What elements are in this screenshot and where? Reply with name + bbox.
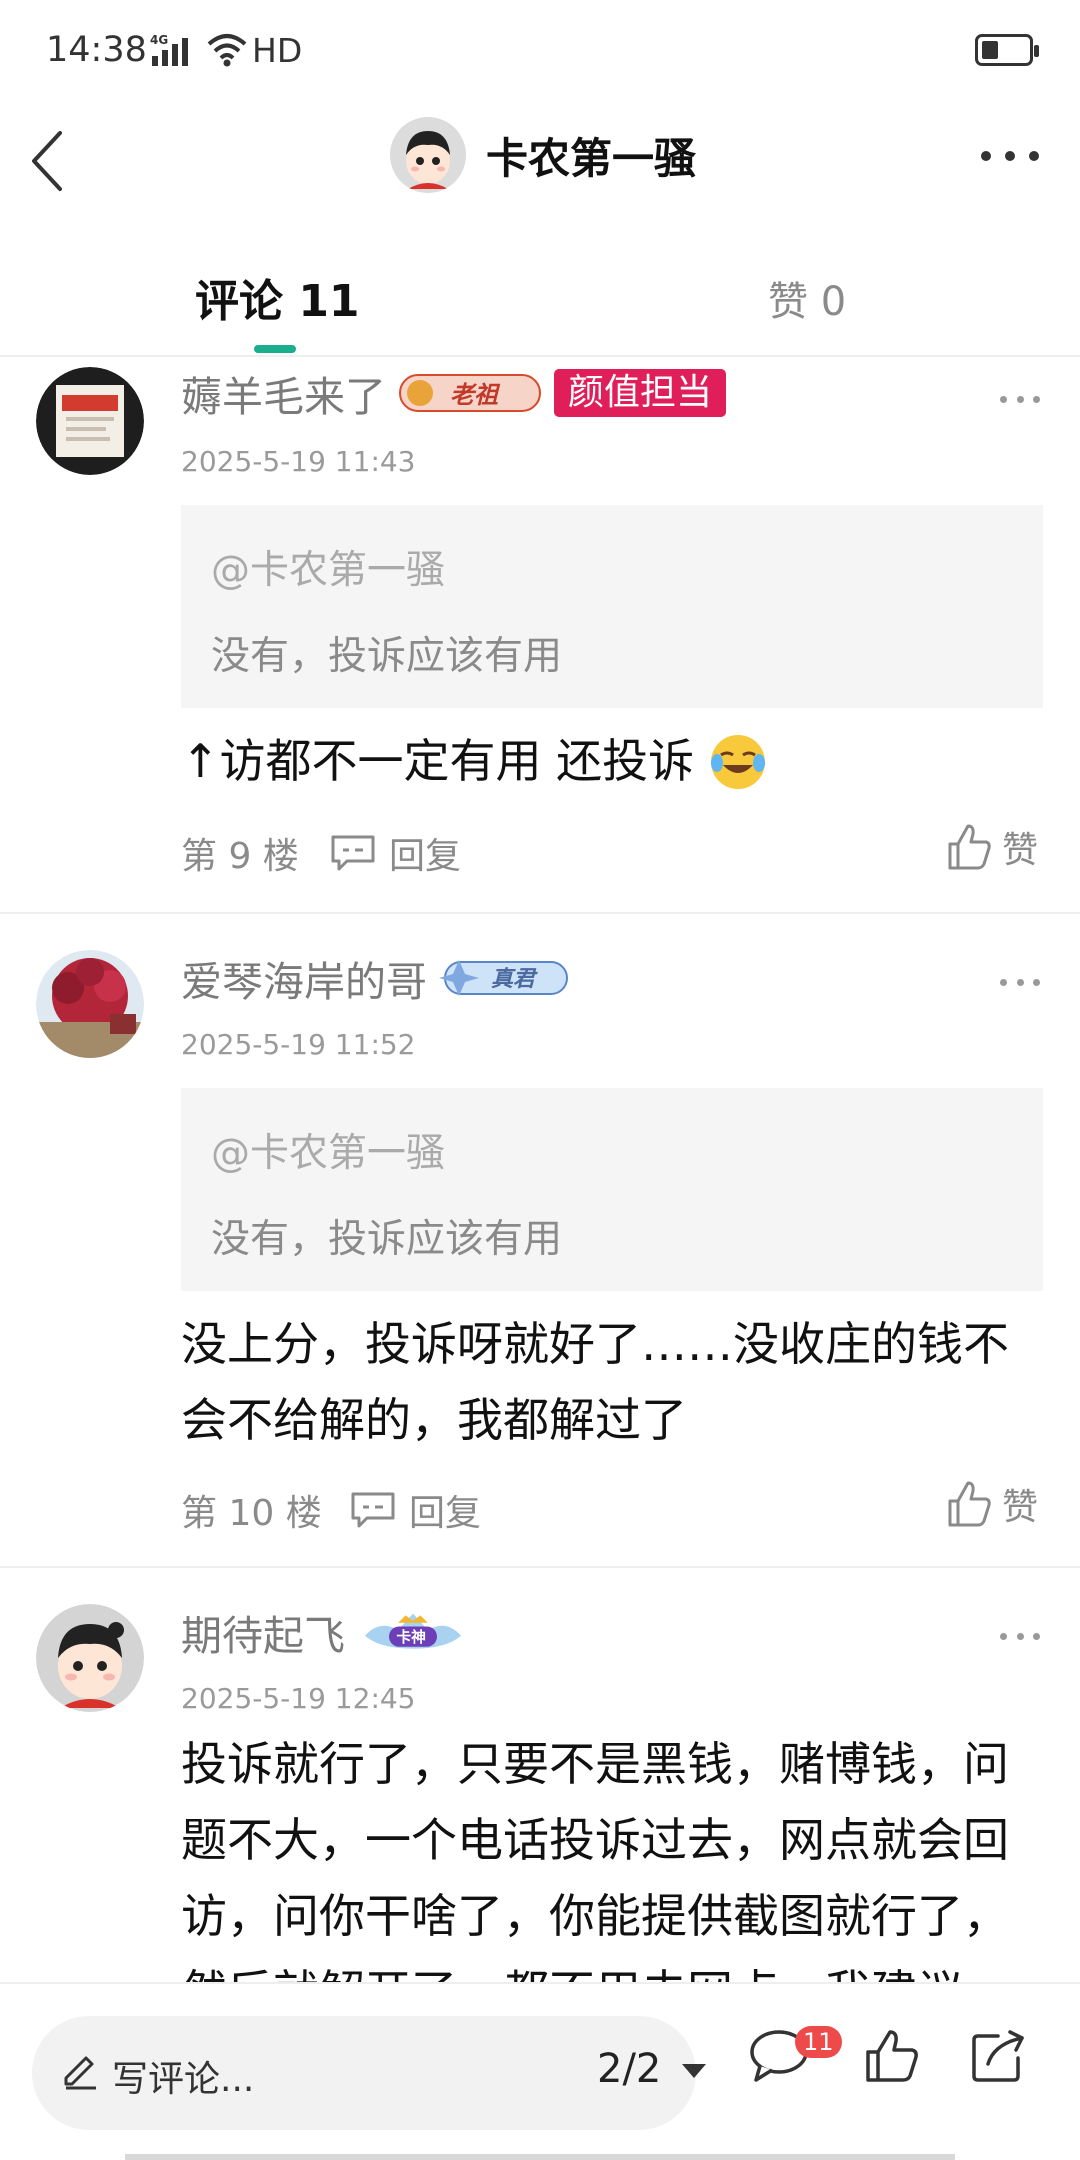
reply-icon [331,835,375,871]
comment-more-button[interactable] [1000,1626,1040,1646]
like-label: 赞 [1002,830,1039,871]
comment-item: 爱琴海岸的哥 真君 2025-5-19 11:52 @卡农第一骚 没有，投诉应该… [0,914,1080,1568]
reply-button[interactable]: 回复 [329,827,461,879]
cartoon-avatar-icon [36,1604,144,1712]
pencil-icon [64,2056,96,2090]
comment-item: 薅羊毛来了 老祖 颜值担当 2025-5-19 11:43 @卡农第一骚 没有，… [0,359,1080,914]
comment-footer: 第 10 楼 回复 赞 [181,1478,1051,1534]
share-icon[interactable] [968,2028,1028,2084]
status-bar: 14:38 4G HD [0,0,1080,105]
comment-text: ↑访都不一定有用 还投诉 [181,734,695,788]
comment-footer: 第 9 楼 回复 赞 [181,821,1051,877]
page-title: 卡农第一骚 [486,133,697,183]
cartoon-avatar-icon [390,117,466,193]
dot-icon [1029,151,1039,161]
page-indicator[interactable]: 2/2 [597,2046,661,2092]
comment-timestamp: 2025-5-19 11:52 [181,1028,416,1061]
comment-user-row: 爱琴海岸的哥 真君 [181,948,571,1008]
tab-comments[interactable]: 评论 11 [195,265,360,329]
poster-avatar-icon [36,367,144,475]
badge-label: 卡神 [396,1628,426,1646]
level-badge-icon: 真君 [439,960,568,996]
quote-mention: @卡农第一骚 [211,1131,446,1176]
back-button[interactable] [20,121,100,211]
write-comment-input[interactable]: 写评论... 2/2 [32,2016,706,2130]
comment-text: 没上分，投诉呀就好了……没收庄的钱不会不给解的，我都解过了 [181,1317,1009,1447]
tab-indicator [254,345,296,353]
quote-mention: @卡农第一骚 [211,548,446,593]
like-button[interactable]: 赞 [946,1478,1038,1530]
gesture-bar [125,2154,955,2160]
floor-number: 第 9 楼 [181,836,299,877]
header: 卡农第一骚 [0,105,1080,225]
honor-tag: 颜值担当 [554,369,727,417]
more-options-button[interactable] [975,131,1045,181]
network-label: 4G [150,33,168,47]
comment-username[interactable]: 爱琴海岸的哥 [181,948,427,1008]
comment-username[interactable]: 薅羊毛来了 [181,363,386,423]
comment-username[interactable]: 期待起飞 [181,1602,345,1662]
comment-more-button[interactable] [1000,389,1040,409]
thumbs-up-icon[interactable] [864,2028,920,2084]
reply-icon [351,1492,395,1528]
tab-bar: 评论 11 赞 0 [0,225,1080,357]
badge-label: 真君 [491,966,538,992]
comment-timestamp: 2025-5-19 11:43 [181,445,416,478]
quoted-comment[interactable]: @卡农第一骚 没有，投诉应该有用 [181,1088,1043,1291]
comment-user-row: 薅羊毛来了 老祖 颜值担当 [181,363,727,423]
avatar[interactable] [36,950,144,1058]
hd-indicator: HD [252,31,303,70]
comment-timestamp: 2025-5-19 12:45 [181,1682,416,1715]
level-badge-icon: 老祖 [399,374,541,412]
thumbs-up-icon [948,824,991,870]
quote-text: 没有，投诉应该有用 [211,634,563,679]
reply-button[interactable]: 回复 [349,1484,481,1536]
comment-text-wrap: ↑访都不一定有用 还投诉 [181,723,1061,799]
badge-label: 老祖 [450,380,501,409]
comment-count-badge: 11 [795,2026,842,2058]
bottom-bar: 写评论... 2/2 11 [0,1982,1080,2160]
comment-more-button[interactable] [1000,972,1040,992]
avatar[interactable] [390,117,466,193]
tab-likes[interactable]: 赞 0 [768,269,846,327]
signal-icon: 4G [150,33,188,66]
chevron-left-icon [32,131,62,191]
reply-label: 回复 [389,836,462,877]
dot-icon [981,151,991,161]
caret-down-icon[interactable] [682,2064,706,2078]
like-button[interactable]: 赞 [946,821,1038,873]
flower-tree-avatar-icon [36,950,144,1058]
wifi-icon [207,34,247,67]
avatar[interactable] [36,1604,144,1712]
laughing-crying-emoji-icon [710,735,765,789]
quoted-comment[interactable]: @卡农第一骚 没有，投诉应该有用 [181,505,1043,708]
header-user[interactable]: 卡农第一骚 [390,113,696,197]
comment-text: 投诉就行了，只要不是黑钱，赌博钱，问题不大，一个电话投诉过去，网点就会回访，问你… [181,1737,1009,1982]
reply-label: 回复 [409,1493,482,1534]
quote-text: 没有，投诉应该有用 [211,1217,563,1262]
battery-icon [975,34,1039,66]
floor-number: 第 10 楼 [181,1493,322,1534]
thumbs-up-icon [948,1481,991,1527]
status-time: 14:38 [46,30,147,70]
avatar[interactable] [36,367,144,475]
dot-icon [1005,151,1015,161]
comment-item: 期待起飞 卡神 2025-5-19 12:45 投诉就行了，只要不是黑钱，赌博钱… [0,1568,1080,1982]
level-badge-icon: 卡神 [365,1613,461,1649]
write-comment-placeholder: 写评论... [112,2059,255,2100]
like-label: 赞 [1002,1487,1039,1528]
comment-user-row: 期待起飞 卡神 [181,1602,469,1662]
